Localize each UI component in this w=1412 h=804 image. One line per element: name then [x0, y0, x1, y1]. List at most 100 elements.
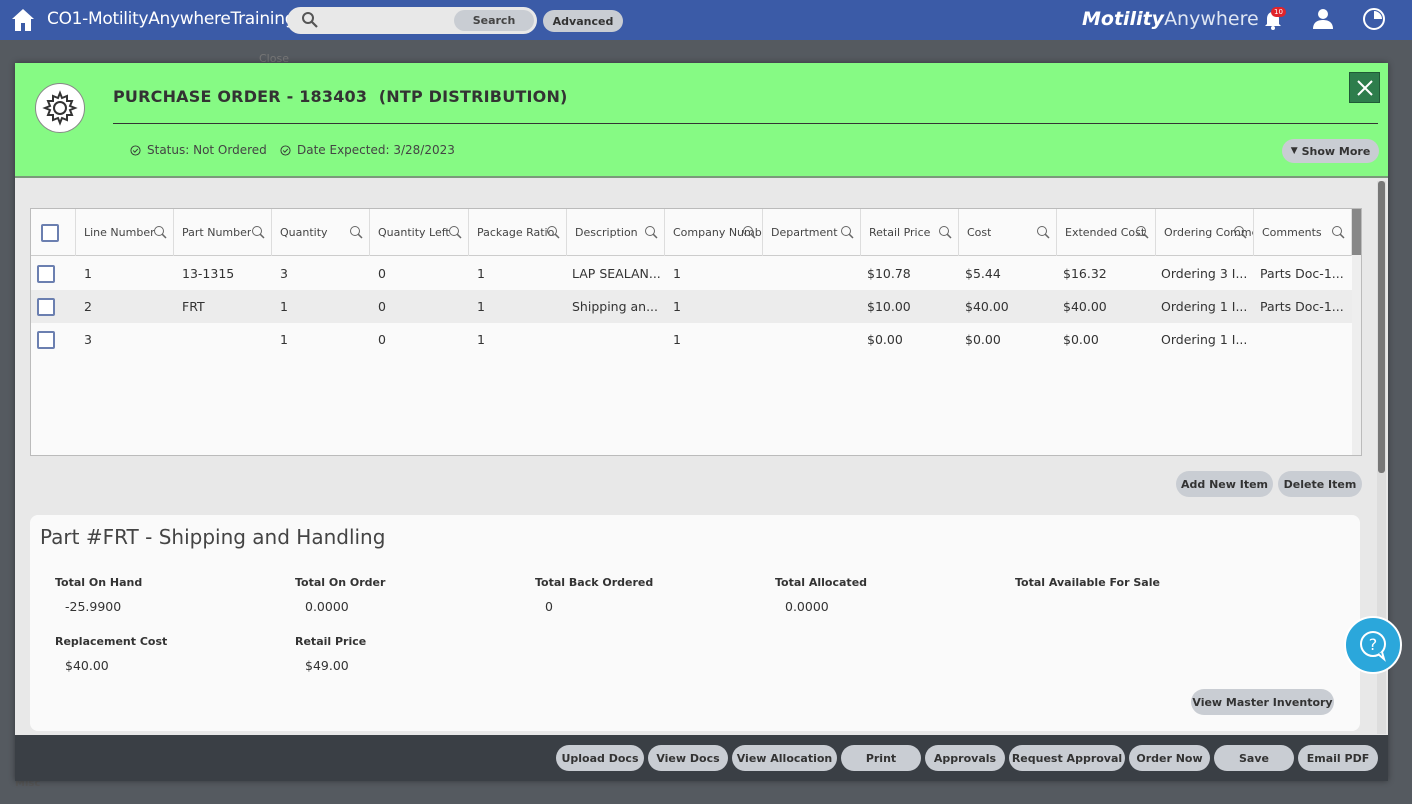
column-header[interactable]: Part Number — [174, 209, 272, 256]
grid-scrollbar-thumb[interactable] — [1352, 209, 1361, 255]
cell-quantity: 1 — [280, 332, 288, 347]
column-header[interactable]: Department — [763, 209, 861, 256]
cell-quantity: 1 — [280, 299, 288, 314]
save-button[interactable]: Save — [1214, 745, 1294, 771]
cell-extended-cost: $16.32 — [1063, 266, 1107, 281]
cell-company-number: 1 — [673, 266, 681, 281]
divider — [113, 123, 1378, 124]
total-on-hand-label: Total On Hand — [55, 576, 143, 589]
part-details-panel: Part #FRT - Shipping and Handling Total … — [30, 515, 1360, 731]
view-allocation-button[interactable]: View Allocation — [732, 745, 837, 771]
column-header[interactable]: Quantity Left — [370, 209, 469, 256]
cell-retail-price: $10.00 — [867, 299, 911, 314]
help-chat-icon: ? — [1360, 631, 1386, 662]
column-header[interactable]: Ordering Comments — [1156, 209, 1254, 256]
check-circle-icon — [130, 144, 141, 156]
column-header[interactable]: Line Number — [76, 209, 174, 256]
search-icon[interactable] — [840, 225, 854, 239]
cell-ordering-comments: Ordering 3 I... — [1161, 266, 1248, 281]
top-bar: CO1-MotilityAnywhereTraining Search Adva… — [0, 0, 1412, 40]
close-button[interactable] — [1349, 72, 1380, 103]
cell-part-number: 13-1315 — [182, 266, 235, 281]
upload-docs-button[interactable]: Upload Docs — [556, 745, 644, 771]
caret-down-icon: ▼ — [1290, 146, 1298, 156]
retail-price-value: $49.00 — [305, 658, 349, 673]
clock-icon[interactable] — [1362, 7, 1386, 31]
view-docs-button[interactable]: View Docs — [648, 745, 728, 771]
table-row[interactable]: 3 1 0 1 1 $0.00 $0.00 $0.00 Ordering 1 I… — [31, 323, 1353, 356]
print-button[interactable]: Print — [841, 745, 921, 771]
notification-badge: 10 — [1271, 7, 1286, 17]
grid-scrollbar[interactable] — [1352, 209, 1361, 455]
table-row[interactable]: 2 FRT 1 0 1 Shipping an... 1 $10.00 $40.… — [31, 290, 1353, 323]
show-more-label: Show More — [1301, 144, 1371, 158]
cell-department — [763, 257, 861, 290]
total-on-order-label: Total On Order — [295, 576, 386, 589]
modal-header: PURCHASE ORDER - 183403 (NTP DISTRIBUTIO… — [15, 63, 1388, 178]
row-checkbox[interactable] — [37, 297, 55, 316]
search-icon[interactable] — [1233, 225, 1247, 239]
modal-scrollbar-thumb[interactable] — [1378, 181, 1385, 473]
help-button[interactable]: ? — [1344, 616, 1402, 674]
search-icon[interactable] — [938, 225, 952, 239]
column-header[interactable]: Description — [567, 209, 665, 256]
part-title: Part #FRT - Shipping and Handling — [40, 525, 386, 549]
search-button[interactable]: Search — [454, 10, 534, 31]
cell-package-ratio: 1 — [477, 332, 485, 347]
total-allocated-label: Total Allocated — [775, 576, 868, 589]
table-row[interactable]: 1 13-1315 3 0 1 LAP SEALAN... 1 $10.78 $… — [31, 257, 1353, 290]
delete-item-button[interactable]: Delete Item — [1278, 471, 1362, 497]
column-header[interactable]: Company Number — [665, 209, 763, 256]
column-header[interactable]: Retail Price — [861, 209, 959, 256]
select-all-checkbox[interactable] — [41, 223, 59, 242]
search-icon[interactable] — [153, 225, 167, 239]
total-on-order-value: 0.0000 — [305, 599, 349, 614]
cell-quantity-left: 0 — [378, 332, 386, 347]
cell-cost: $5.44 — [965, 266, 1001, 281]
search-icon[interactable] — [349, 225, 363, 239]
search-icon[interactable] — [1135, 225, 1149, 239]
page-title: PURCHASE ORDER - 183403 (NTP DISTRIBUTIO… — [113, 87, 568, 106]
search-icon — [302, 12, 318, 28]
search-icon[interactable] — [251, 225, 265, 239]
show-more-button[interactable]: ▼ Show More — [1282, 139, 1379, 163]
row-checkbox[interactable] — [37, 264, 55, 283]
line-items-grid: Line Number Part Number Quantity Quantit… — [30, 208, 1362, 456]
cell-quantity-left: 0 — [378, 266, 386, 281]
search-icon[interactable] — [1036, 225, 1050, 239]
cell-comments — [1252, 323, 1352, 356]
total-back-ordered-value: 0 — [545, 599, 553, 614]
advanced-search-button[interactable]: Advanced — [543, 10, 623, 32]
replacement-cost-value: $40.00 — [65, 658, 109, 673]
cell-part-number — [174, 323, 272, 356]
row-checkbox-cell — [31, 323, 76, 356]
cell-line-number: 1 — [84, 266, 92, 281]
email-pdf-button[interactable]: Email PDF — [1298, 745, 1378, 771]
cell-cost: $0.00 — [965, 332, 1001, 347]
order-now-button[interactable]: Order Now — [1129, 745, 1210, 771]
column-header[interactable]: Comments — [1254, 209, 1352, 256]
cell-line-number: 3 — [84, 332, 92, 347]
search-icon[interactable] — [644, 225, 658, 239]
column-header[interactable]: Quantity — [272, 209, 370, 256]
column-header[interactable]: Cost — [959, 209, 1057, 256]
column-header[interactable]: Extended Cost — [1057, 209, 1156, 256]
user-icon[interactable] — [1311, 7, 1335, 31]
cell-part-number: FRT — [182, 299, 205, 314]
row-checkbox[interactable] — [37, 330, 55, 349]
request-approval-button[interactable]: Request Approval — [1009, 745, 1125, 771]
cell-description: Shipping an... — [572, 299, 659, 314]
cell-cost: $40.00 — [965, 299, 1009, 314]
purchase-order-modal: PURCHASE ORDER - 183403 (NTP DISTRIBUTIO… — [15, 63, 1388, 781]
svg-text:?: ? — [1369, 635, 1378, 654]
add-new-item-button[interactable]: Add New Item — [1176, 471, 1273, 497]
search-icon[interactable] — [448, 225, 462, 239]
view-master-inventory-button[interactable]: View Master Inventory — [1191, 689, 1334, 715]
column-header[interactable]: Package Ratio — [469, 209, 567, 256]
home-icon[interactable] — [10, 7, 36, 33]
search-icon[interactable] — [546, 225, 560, 239]
search-icon[interactable] — [1331, 225, 1345, 239]
approvals-button[interactable]: Approvals — [925, 745, 1005, 771]
cell-retail-price: $0.00 — [867, 332, 903, 347]
search-icon[interactable] — [742, 225, 756, 239]
